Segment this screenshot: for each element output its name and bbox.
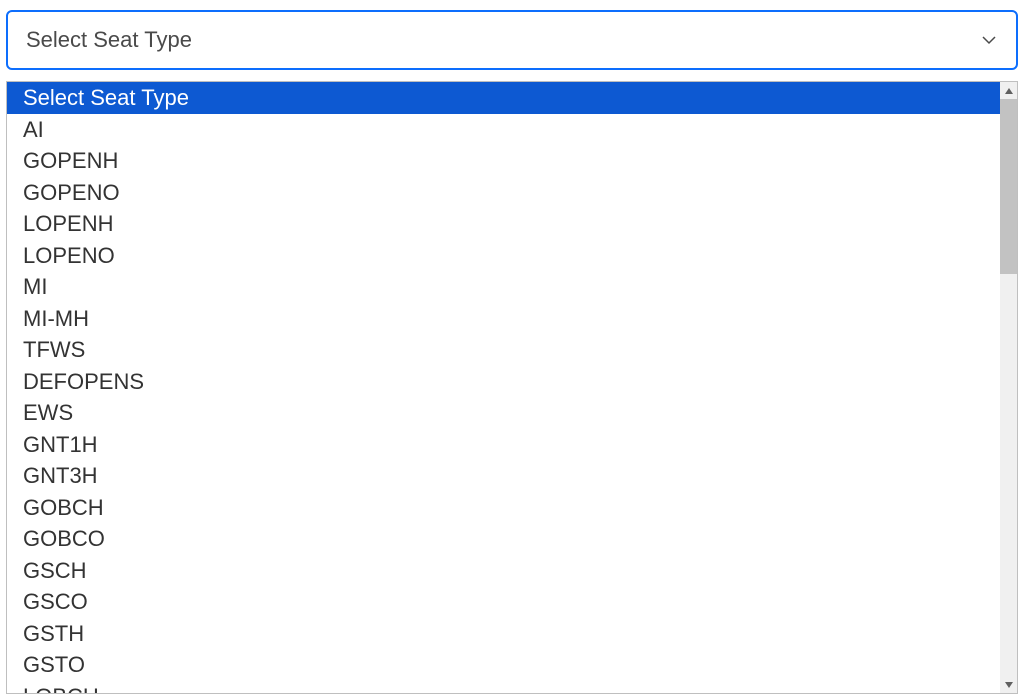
option-item[interactable]: GOPENO [7,177,1017,209]
option-item[interactable]: GOBCH [7,492,1017,524]
scroll-up-arrow-icon[interactable] [1000,82,1017,99]
option-item[interactable]: MI [7,271,1017,303]
option-item[interactable]: GOBCO [7,523,1017,555]
option-item[interactable]: GSCH [7,555,1017,587]
seat-type-select[interactable]: Select Seat Type [6,10,1018,70]
option-item[interactable]: GSCO [7,586,1017,618]
option-item[interactable]: Select Seat Type [7,82,1017,114]
option-item[interactable]: AI [7,114,1017,146]
option-item[interactable]: GSTH [7,618,1017,650]
scrollbar-track[interactable] [1000,82,1017,693]
options-container: Select Seat TypeAIGOPENHGOPENOLOPENHLOPE… [7,82,1017,693]
scrollbar-thumb[interactable] [1000,99,1017,274]
option-item[interactable]: GSTO [7,649,1017,681]
chevron-down-icon [980,31,998,49]
option-item[interactable]: MI-MH [7,303,1017,335]
option-item[interactable]: LOPENO [7,240,1017,272]
option-item[interactable]: TFWS [7,334,1017,366]
seat-type-dropdown[interactable]: Select Seat TypeAIGOPENHGOPENOLOPENHLOPE… [6,81,1018,694]
option-item[interactable]: LOPENH [7,208,1017,240]
option-item[interactable]: DEFOPENS [7,366,1017,398]
option-item[interactable]: GOPENH [7,145,1017,177]
select-placeholder: Select Seat Type [26,27,192,53]
option-item[interactable]: GNT3H [7,460,1017,492]
option-item[interactable]: GNT1H [7,429,1017,461]
option-item[interactable]: LOBCH [7,681,1017,694]
scroll-down-arrow-icon[interactable] [1000,676,1017,693]
option-item[interactable]: EWS [7,397,1017,429]
